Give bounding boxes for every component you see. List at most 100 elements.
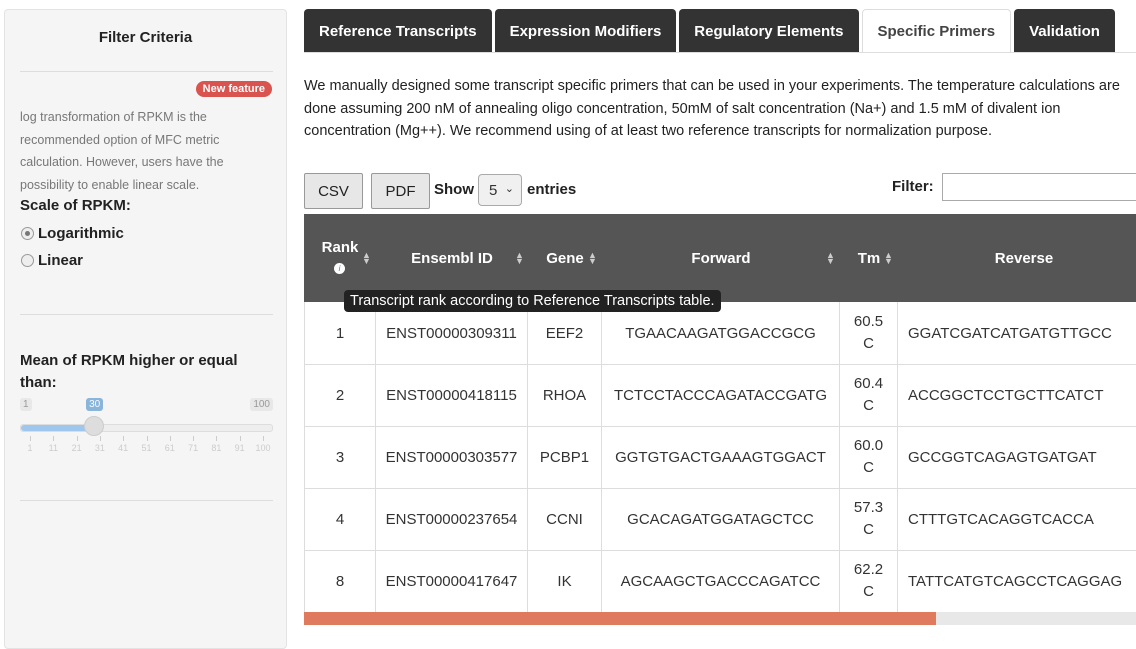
cell-tm: 62.2 C xyxy=(840,550,898,612)
table-row: 3 ENST00000303577 PCBP1 GGTGTGACTGAAAGTGGAC… xyxy=(304,426,1136,489)
entries-select-value: 5 xyxy=(489,181,498,199)
tab-expression-modifiers[interactable]: Expression Modifiers xyxy=(494,9,677,53)
mean-label: Mean of RPKM higher or equal than: xyxy=(20,352,238,391)
header-reverse[interactable]: Reverse xyxy=(898,214,1136,302)
sort-icon[interactable]: ▲ ▼ xyxy=(588,251,597,266)
cell-gene: PCBP1 xyxy=(528,426,602,488)
cell-reverse: TATTCATGTCAGCCTCAGGAG xyxy=(908,572,1123,590)
filter-input[interactable] xyxy=(942,173,1136,201)
header-rank-label: Rank xyxy=(321,239,359,256)
radio-label-logarithmic: Logarithmic xyxy=(38,225,124,242)
table-row: 8 ENST00000417647 IK AGCAAGCTGACCCAGATCC 62.… xyxy=(304,550,1136,613)
slider-tick-label: 71 xyxy=(188,443,199,453)
cell-ensembl-id: ENST00000418115 xyxy=(376,364,528,426)
cell-forward: GCACAGATGGATAGCTCC xyxy=(602,488,840,550)
cell-ensembl-id: ENST00000303577 xyxy=(376,426,528,488)
cell-rank: 4 xyxy=(304,488,376,550)
divider xyxy=(20,314,273,315)
slider-tick-label: 100 xyxy=(255,443,271,453)
cell-forward: GGTGTGACTGAAAGTGGACT xyxy=(602,426,840,488)
cell-gene: RHOA xyxy=(528,364,602,426)
cell-tm: 60.5 C xyxy=(840,302,898,364)
radio-linear[interactable]: Linear xyxy=(21,252,83,269)
slider-tick-label: 21 xyxy=(71,443,82,453)
help-text: log transformation of RPKM is the recomm… xyxy=(20,110,224,192)
sidebar-title: Filter Criteria xyxy=(98,29,193,46)
slider-max-label: 100 xyxy=(250,398,273,411)
radio-logarithmic[interactable]: Logarithmic xyxy=(21,225,124,242)
horizontal-scrollbar[interactable] xyxy=(304,612,1136,625)
sort-icon[interactable]: ▲ ▼ xyxy=(884,251,893,266)
header-ensembl-label: Ensembl ID xyxy=(411,249,493,267)
slider-tick xyxy=(146,436,148,441)
table-header: Rank ▲ ▼ Ensembl ID ▲ ▼ Gene ▲ ▼ Forward ▲ ▼… xyxy=(304,214,1136,302)
slider-tick-label: 11 xyxy=(48,443,58,453)
slider-tick xyxy=(216,436,218,441)
cell-ensembl-id: ENST00000417647 xyxy=(376,550,528,612)
rpkm-slider[interactable]: 1 30 100 1 11 21 31 41 51 61 71 81 91 100 xyxy=(20,398,273,458)
intro-text: We manually designed some transcript spe… xyxy=(304,78,1120,139)
slider-track[interactable] xyxy=(20,424,273,432)
slider-tick xyxy=(53,436,55,441)
divider xyxy=(20,500,273,501)
cell-forward: AGCAAGCTGACCCAGATCC xyxy=(602,550,840,612)
cell-reverse: GCCGGTCAGAGTGATGAT xyxy=(908,448,1097,466)
rank-tooltip: Transcript rank according to Reference T… xyxy=(344,290,721,312)
slider-ticks: 1 11 21 31 41 51 61 71 81 91 100 xyxy=(20,436,273,456)
scale-label: Scale of RPKM: xyxy=(20,197,131,214)
slider-tick xyxy=(193,436,195,441)
entries-label: entries xyxy=(527,181,577,198)
slider-tick xyxy=(76,436,78,441)
slider-tick xyxy=(263,436,264,441)
cell-reverse: ACCGGCTCCTGCTTCATCT xyxy=(908,386,1104,404)
sort-icon[interactable]: ▲ ▼ xyxy=(515,251,524,266)
sort-icon[interactable]: ▲ ▼ xyxy=(362,251,371,266)
cell-reverse: GGATCGATCATGATGTTGCC xyxy=(908,324,1112,342)
slider-tick xyxy=(239,436,241,441)
cell-forward: TCTCCTACCCAGATACCGATG xyxy=(602,364,840,426)
slider-value-label: 30 xyxy=(86,398,104,411)
table-row: 4 ENST00000237654 CCNI GCACAGATGGATAGCTCC 57… xyxy=(304,488,1136,551)
slider-min-label: 1 xyxy=(20,398,32,411)
slider-tick-label: 51 xyxy=(141,443,152,453)
cell-ensembl-id: ENST00000237654 xyxy=(376,488,528,550)
pdf-button[interactable]: PDF xyxy=(371,173,430,209)
slider-tick xyxy=(123,436,125,441)
tab-specific-primers[interactable]: Specific Primers xyxy=(861,9,1012,53)
csv-button[interactable]: CSV xyxy=(304,173,363,209)
sort-icon[interactable]: ▲ ▼ xyxy=(826,251,835,266)
radio-dot-linear[interactable] xyxy=(21,254,34,267)
header-reverse-label: Reverse xyxy=(994,249,1054,267)
slider-tick xyxy=(99,436,101,441)
slider-tick-label: 31 xyxy=(94,443,105,453)
header-tm-label: Tm xyxy=(857,249,881,267)
tab-reference-transcripts[interactable]: Reference Transcripts xyxy=(304,9,492,53)
show-label: Show xyxy=(434,181,474,198)
scrollbar-thumb[interactable] xyxy=(304,612,937,625)
table-row: 2 ENST00000418115 RHOA TCTCCTACCCAGATACCGAT… xyxy=(304,364,1136,427)
header-ensembl-id[interactable]: Ensembl ID xyxy=(376,214,528,302)
slider-tick-label: 81 xyxy=(211,443,222,453)
filter-label: Filter: xyxy=(892,178,934,195)
tab-bar: Reference Transcripts Expression Modifie… xyxy=(304,9,1118,53)
radio-dot-logarithmic[interactable] xyxy=(21,227,34,240)
cell-rank: 3 xyxy=(304,426,376,488)
cell-reverse: CTTTGTCACAGGTCACCA xyxy=(908,510,1094,528)
new-feature-badge: New feature xyxy=(195,81,272,97)
tab-validation[interactable]: Validation xyxy=(1014,9,1115,53)
cell-tm: 57.3 C xyxy=(840,488,898,550)
cell-tm: 60.4 C xyxy=(840,364,898,426)
header-forward[interactable]: Forward xyxy=(602,214,840,302)
slider-tick-label: 61 xyxy=(164,443,175,453)
slider-handle[interactable] xyxy=(84,416,105,436)
radio-label-linear: Linear xyxy=(38,252,84,269)
tab-underline xyxy=(304,52,1136,53)
cell-rank: 8 xyxy=(304,550,376,612)
header-forward-label: Forward xyxy=(691,249,751,267)
cell-gene: CCNI xyxy=(528,488,602,550)
info-icon[interactable]: i xyxy=(334,263,345,274)
entries-select[interactable]: 5 ⌄ xyxy=(478,174,522,206)
tab-regulatory-elements[interactable]: Regulatory Elements xyxy=(679,9,859,53)
chevron-down-icon: ⌄ xyxy=(504,183,514,195)
divider xyxy=(20,71,273,72)
